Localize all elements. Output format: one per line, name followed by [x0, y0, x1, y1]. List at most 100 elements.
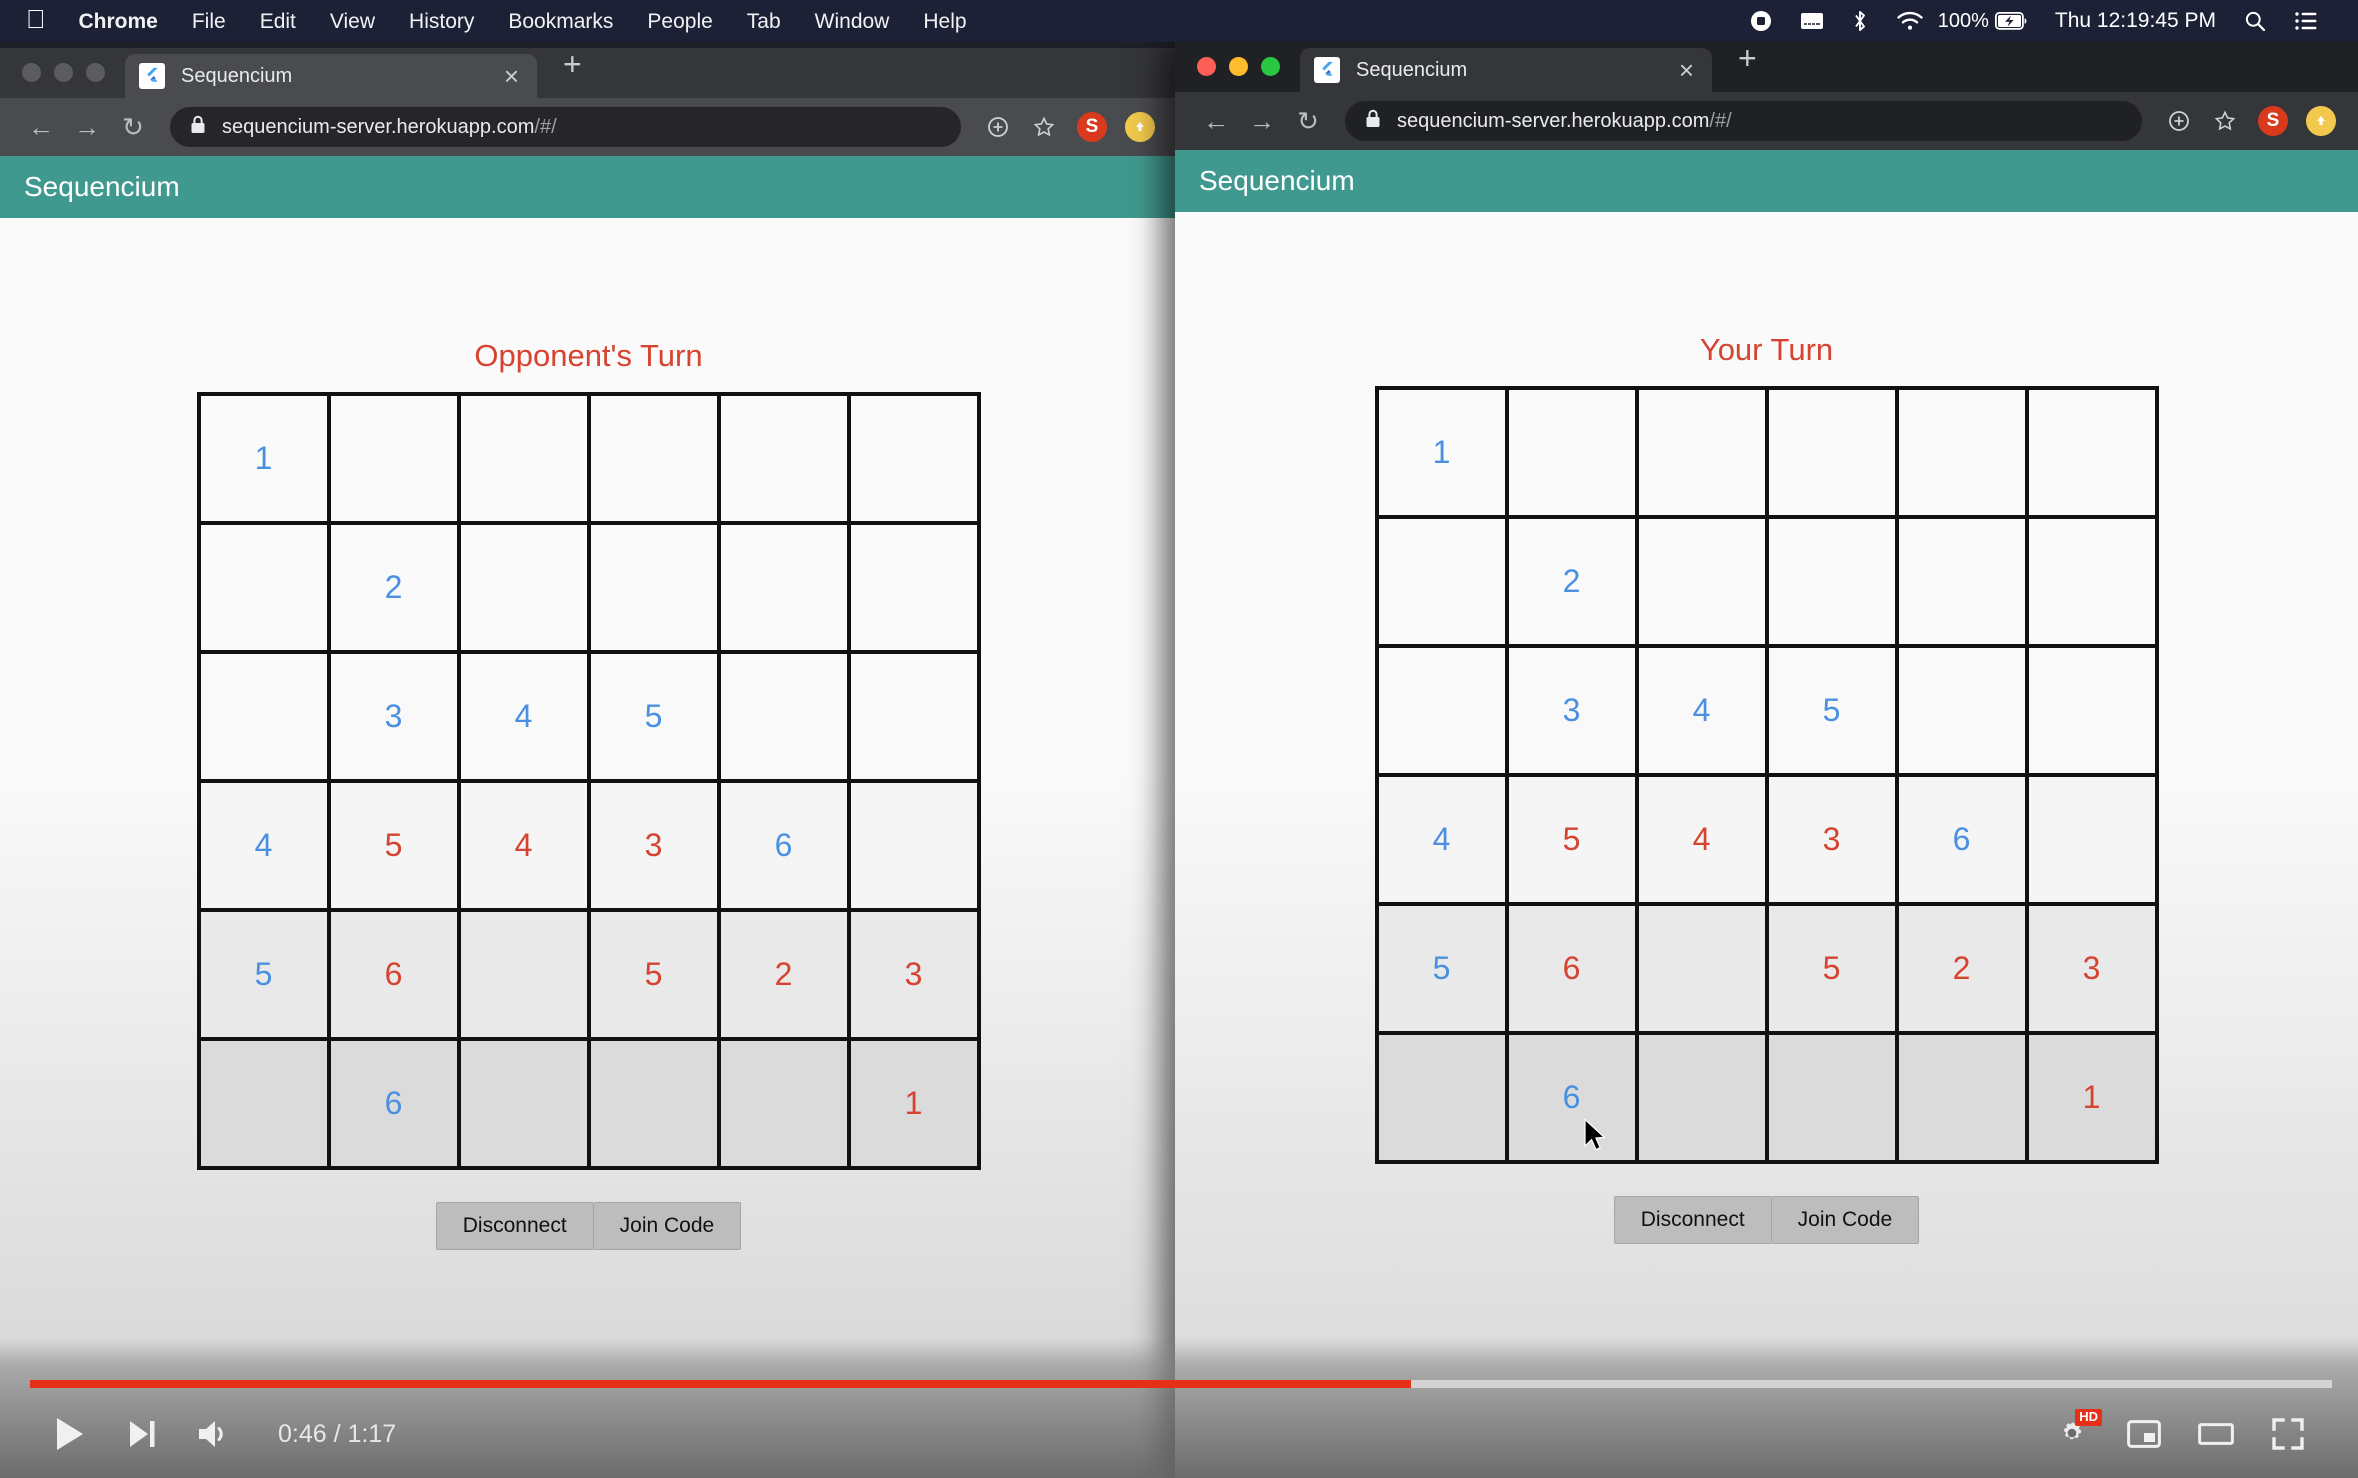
board-cell-r1-c3[interactable] — [460, 396, 587, 521]
reload-icon[interactable]: ↻ — [110, 104, 156, 150]
minimize-window-button[interactable] — [54, 63, 73, 82]
bluetooth-icon[interactable] — [1838, 0, 1882, 42]
board-cell-r2-c3[interactable] — [1638, 519, 1765, 644]
board-cell-r4-c5[interactable]: 6 — [720, 783, 847, 908]
extension-icon-left[interactable] — [1125, 112, 1155, 142]
window-controls-right[interactable] — [1193, 57, 1280, 92]
menu-view[interactable]: View — [313, 11, 392, 32]
board-cell-r1-c6[interactable] — [2028, 390, 2155, 515]
battery-charging-icon[interactable] — [1994, 0, 2041, 42]
wifi-icon[interactable] — [1882, 0, 1938, 42]
window-controls-left[interactable] — [18, 63, 105, 98]
board-cell-r3-c2[interactable]: 3 — [330, 654, 457, 779]
menu-tab[interactable]: Tab — [730, 11, 798, 32]
board-cell-r3-c3[interactable]: 4 — [1638, 648, 1765, 773]
board-cell-r6-c1[interactable] — [1378, 1035, 1505, 1160]
spotlight-search-icon[interactable] — [2230, 0, 2280, 42]
star-icon[interactable] — [2204, 100, 2246, 142]
extension-icon-right[interactable] — [2306, 106, 2336, 136]
board-cell-r2-c4[interactable] — [1768, 519, 1895, 644]
board-cell-r1-c6[interactable] — [850, 396, 977, 521]
profile-avatar-left[interactable]: S — [1077, 112, 1107, 142]
browser-window-right[interactable]: Sequencium × + ← → ↻ sequencium-server.h… — [1175, 42, 2358, 1478]
address-bar-left[interactable]: sequencium-server.herokuapp.com/#/ — [170, 107, 961, 147]
board-cell-r2-c2[interactable]: 2 — [1508, 519, 1635, 644]
game-board-right[interactable]: 12345454365652361 — [1374, 386, 2159, 1164]
next-track-icon[interactable] — [106, 1399, 178, 1469]
board-cell-r3-c6[interactable] — [2028, 648, 2155, 773]
close-tab-button[interactable]: × — [500, 63, 523, 89]
board-cell-r5-c4[interactable]: 5 — [1768, 906, 1895, 1031]
board-cell-r3-c1[interactable] — [1378, 648, 1505, 773]
board-cell-r5-c3[interactable] — [460, 912, 587, 1037]
board-cell-r2-c3[interactable] — [460, 525, 587, 650]
board-cell-r3-c5[interactable] — [720, 654, 847, 779]
board-cell-r6-c1[interactable] — [200, 1041, 327, 1166]
profile-avatar-right[interactable]: S — [2258, 106, 2288, 136]
board-cell-r6-c5[interactable] — [720, 1041, 847, 1166]
close-tab-button[interactable]: × — [1675, 57, 1698, 83]
minimize-window-button[interactable] — [1229, 57, 1248, 76]
board-cell-r2-c6[interactable] — [850, 525, 977, 650]
board-cell-r4-c6[interactable] — [850, 783, 977, 908]
board-cell-r3-c4[interactable]: 5 — [590, 654, 717, 779]
board-cell-r4-c1[interactable]: 4 — [200, 783, 327, 908]
board-cell-r1-c1[interactable]: 1 — [1378, 390, 1505, 515]
reload-icon[interactable]: ↻ — [1285, 98, 1331, 144]
menu-people[interactable]: People — [630, 11, 729, 32]
close-window-button[interactable] — [1197, 57, 1216, 76]
board-cell-r4-c5[interactable]: 6 — [1898, 777, 2025, 902]
board-cell-r5-c6[interactable]: 3 — [2028, 906, 2155, 1031]
board-cell-r6-c4[interactable] — [1768, 1035, 1895, 1160]
join-code-button-left[interactable]: Join Code — [593, 1202, 742, 1250]
board-cell-r5-c6[interactable]: 3 — [850, 912, 977, 1037]
board-cell-r1-c4[interactable] — [1768, 390, 1895, 515]
board-cell-r4-c4[interactable]: 3 — [1768, 777, 1895, 902]
board-cell-r4-c3[interactable]: 4 — [460, 783, 587, 908]
board-cell-r1-c3[interactable] — [1638, 390, 1765, 515]
board-cell-r6-c3[interactable] — [1638, 1035, 1765, 1160]
star-icon[interactable] — [1023, 106, 1065, 148]
address-bar-right[interactable]: sequencium-server.herokuapp.com/#/ — [1345, 101, 2142, 141]
volume-icon[interactable] — [178, 1399, 250, 1469]
board-cell-r6-c4[interactable] — [590, 1041, 717, 1166]
board-cell-r2-c6[interactable] — [2028, 519, 2155, 644]
board-cell-r6-c2[interactable]: 6 — [330, 1041, 457, 1166]
board-cell-r5-c2[interactable]: 6 — [1508, 906, 1635, 1031]
forward-icon[interactable]: → — [1239, 98, 1285, 144]
board-cell-r5-c1[interactable]: 5 — [1378, 906, 1505, 1031]
control-center-icon[interactable] — [2280, 0, 2332, 42]
board-cell-r3-c3[interactable]: 4 — [460, 654, 587, 779]
back-icon[interactable]: ← — [18, 104, 64, 150]
board-cell-r2-c2[interactable]: 2 — [330, 525, 457, 650]
board-cell-r1-c4[interactable] — [590, 396, 717, 521]
menu-chrome[interactable]: Chrome — [62, 11, 175, 32]
board-cell-r2-c5[interactable] — [1898, 519, 2025, 644]
board-cell-r5-c5[interactable]: 2 — [720, 912, 847, 1037]
board-cell-r2-c1[interactable] — [200, 525, 327, 650]
game-board-left[interactable]: 12345454365652361 — [196, 392, 981, 1170]
board-cell-r6-c3[interactable] — [460, 1041, 587, 1166]
board-cell-r4-c6[interactable] — [2028, 777, 2155, 902]
menu-history[interactable]: History — [392, 11, 491, 32]
share-icon[interactable] — [2158, 100, 2200, 142]
theater-mode-icon[interactable] — [2180, 1399, 2252, 1469]
board-cell-r6-c2[interactable]: 6 — [1508, 1035, 1635, 1160]
close-window-button[interactable] — [22, 63, 41, 82]
board-cell-r5-c4[interactable]: 5 — [590, 912, 717, 1037]
board-cell-r1-c5[interactable] — [1898, 390, 2025, 515]
tab-sequencium[interactable]: Sequencium × — [125, 54, 537, 98]
new-tab-button[interactable]: + — [1738, 42, 1757, 74]
miniplayer-icon[interactable] — [2108, 1399, 2180, 1469]
maximize-window-button[interactable] — [1261, 57, 1280, 76]
board-cell-r3-c1[interactable] — [200, 654, 327, 779]
board-cell-r6-c5[interactable] — [1898, 1035, 2025, 1160]
board-cell-r4-c2[interactable]: 5 — [330, 783, 457, 908]
board-cell-r4-c1[interactable]: 4 — [1378, 777, 1505, 902]
menu-edit[interactable]: Edit — [243, 11, 313, 32]
tab-sequencium[interactable]: Sequencium × — [1300, 48, 1712, 92]
new-tab-button[interactable]: + — [563, 48, 582, 80]
apple-logo-icon[interactable]:  — [22, 4, 62, 35]
board-cell-r2-c4[interactable] — [590, 525, 717, 650]
board-cell-r1-c2[interactable] — [1508, 390, 1635, 515]
